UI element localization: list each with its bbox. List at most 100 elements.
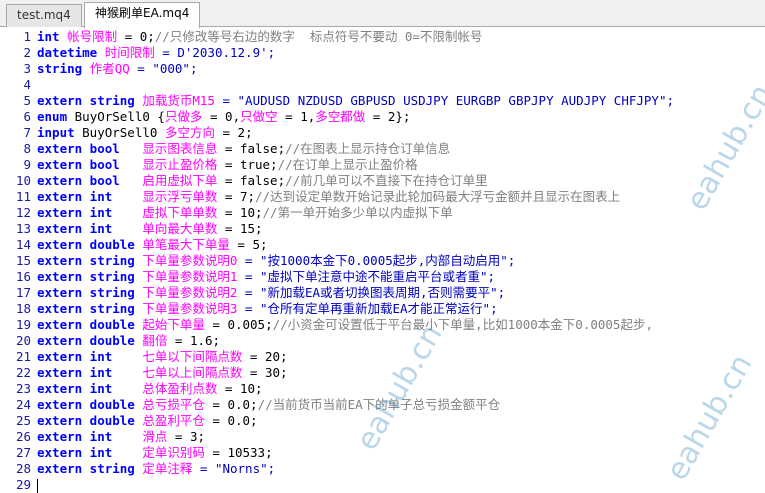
line-number: 17 — [15, 285, 31, 300]
code-text: extern string 定单注释 = "Norns"; — [37, 461, 275, 477]
line-number: 4 — [23, 77, 31, 92]
code-token: 总盈利平仓 — [142, 413, 205, 428]
code-line[interactable]: 26 extern int 滑点 = 3; — [0, 429, 765, 445]
code-text: extern int 七单以下间隔点数 = 20; — [37, 349, 288, 365]
code-token: extern int — [37, 429, 143, 444]
code-token: = 0.0; — [204, 397, 258, 412]
code-line[interactable]: 4 — [0, 77, 765, 93]
code-token: 时间限制 — [104, 45, 155, 60]
code-line[interactable]: 25 extern double 总盈利平仓 = 0.0; — [0, 413, 765, 429]
code-token: = 5; — [229, 237, 268, 252]
code-token: = D'2030.12.9'; — [154, 45, 276, 60]
code-text: enum BuyOrSell0 {只做多 = 0,只做空 = 1,多空都做 = … — [37, 109, 410, 125]
code-line[interactable]: 1 int 帐号限制 = 0;//只修改等号右边的数字 标点符号不要动 0=不限制… — [0, 29, 765, 45]
code-token: int — [37, 29, 68, 44]
code-token: = 10533; — [204, 445, 273, 460]
code-line[interactable]: 5 extern string 加载货币M15 = "AUDUSD NZDUSD … — [0, 93, 765, 109]
line-number: 12 — [15, 205, 31, 220]
line-number: 13 — [15, 221, 31, 236]
code-token: = "新加载EA或者切换图表周期,否则需要平"; — [237, 285, 506, 300]
code-token: input — [37, 125, 83, 140]
line-number: 23 — [15, 381, 31, 396]
code-line[interactable]: 3 string 作者QQ = "000"; — [0, 61, 765, 77]
code-line[interactable]: 19 extern double 起始下单量 = 0.005;//小资金可设置低于… — [0, 317, 765, 333]
tab-shenhou-ea-mq4[interactable]: 神猴刷单EA.mq4 — [84, 2, 201, 28]
code-text: extern bool 显示图表信息 = false;//在图表上显示持仓订单信… — [37, 141, 450, 157]
code-line[interactable]: 9 extern bool 显示止盈价格 = true;//在订单上显示止盈价格 — [0, 157, 765, 173]
code-token: 起始下单量 — [142, 317, 205, 332]
code-token: 帐号限制 — [67, 29, 118, 44]
code-token: extern bool — [37, 157, 143, 172]
code-line[interactable]: 13 extern int 单向最大单数 = 15; — [0, 221, 765, 237]
code-token: 多空都做 — [315, 109, 366, 124]
code-token: = 0.005; — [204, 317, 273, 332]
code-token: extern double — [37, 237, 143, 252]
code-token: extern bool — [37, 173, 143, 188]
code-token: //达到设定单数开始记录此轮加码最大浮亏金额并且显示在图表上 — [255, 189, 621, 204]
code-line[interactable]: 8 extern bool 显示图表信息 = false;//在图表上显示持仓订单… — [0, 141, 765, 157]
code-line[interactable]: 24 extern double 总亏损平仓 = 0.0;//当前货币当前EA下的… — [0, 397, 765, 413]
code-token: 定单识别码 — [142, 445, 205, 460]
line-number: 26 — [15, 429, 31, 444]
code-token: 七单以下间隔点数 — [142, 349, 243, 364]
code-text: extern double 起始下单量 = 0.005;//小资金可设置低于平台… — [37, 317, 653, 333]
code-token: extern double — [37, 413, 143, 428]
code-editor[interactable]: 1 int 帐号限制 = 0;//只修改等号右边的数字 标点符号不要动 0=不限制… — [0, 27, 765, 493]
line-number: 28 — [15, 461, 31, 476]
code-line[interactable]: 27 extern int 定单识别码 = 10533; — [0, 445, 765, 461]
code-text: extern double 翻倍 = 1.6; — [37, 333, 220, 349]
line-number: 5 — [23, 93, 31, 108]
code-line[interactable]: 28 extern string 定单注释 = "Norns"; — [0, 461, 765, 477]
code-line[interactable]: 11 extern int 显示浮亏单数 = 7;//达到设定单数开始记录此轮加码… — [0, 189, 765, 205]
code-token: 只做多 — [164, 109, 203, 124]
code-token: //前几单可以不直接下在持仓订单里 — [285, 173, 488, 188]
code-token: = 3; — [167, 429, 206, 444]
code-line[interactable]: 7 input BuyOrSell0 多空方向 = 2; — [0, 125, 765, 141]
text-cursor — [37, 478, 38, 493]
code-token: = 7; — [217, 189, 256, 204]
code-token: = "Norns"; — [192, 461, 276, 476]
code-token: = 0; — [117, 29, 155, 44]
code-line[interactable]: 15 extern string 下单量参数说明0 = "按1000本金下0.00… — [0, 253, 765, 269]
code-token: 显示浮亏单数 — [142, 189, 218, 204]
code-token: //第一单开始多少单以内虚拟下单 — [262, 205, 453, 220]
code-token: datetime — [37, 45, 105, 60]
code-token: 下单量参数说明0 — [142, 253, 238, 268]
code-token: = false; — [217, 141, 286, 156]
code-token: 总体盈利点数 — [142, 381, 218, 396]
line-number: 10 — [15, 173, 31, 188]
code-token: = true; — [217, 157, 278, 172]
code-token: BuyOrSell0 { — [74, 109, 165, 124]
code-text: string 作者QQ = "000"; — [37, 61, 197, 77]
code-line[interactable]: 6 enum BuyOrSell0 {只做多 = 0,只做空 = 1,多空都做 =… — [0, 109, 765, 125]
line-number: 14 — [15, 237, 31, 252]
code-text: extern string 下单量参数说明0 = "按1000本金下0.0005… — [37, 253, 515, 269]
line-number: 7 — [23, 125, 31, 140]
code-line[interactable]: 20 extern double 翻倍 = 1.6; — [0, 333, 765, 349]
code-token: = 1, — [277, 109, 316, 124]
code-token: extern double — [37, 397, 143, 412]
code-line[interactable]: 21 extern int 七单以下间隔点数 = 20; — [0, 349, 765, 365]
code-token: //当前货币当前EA下的单子总亏损金额平仓 — [257, 397, 501, 412]
line-number: 18 — [15, 301, 31, 316]
code-token: = "按1000本金下0.0005起步,内部自动启用"; — [237, 253, 516, 268]
code-token: 只做空 — [240, 109, 278, 124]
code-line[interactable]: 10 extern bool 启用虚拟下单 = false;//前几单可以不直接下… — [0, 173, 765, 189]
code-line[interactable]: 23 extern int 总体盈利点数 = 10; — [0, 381, 765, 397]
code-line[interactable]: 18 extern string 下单量参数说明3 = "仓所有定单再重新加载EA… — [0, 301, 765, 317]
code-line[interactable]: 14 extern double 单笔最大下单量 = 5; — [0, 237, 765, 253]
code-token: enum — [37, 109, 75, 124]
code-token: 下单量参数说明2 — [142, 285, 238, 300]
code-text: extern int 单向最大单数 = 15; — [37, 221, 263, 237]
code-token: extern string — [37, 253, 143, 268]
code-line[interactable]: 22 extern int 七单以上间隔点数 = 30; — [0, 365, 765, 381]
code-text: datetime 时间限制 = D'2030.12.9'; — [37, 45, 275, 61]
tab-test-mq4[interactable]: test.mq4 — [6, 4, 82, 27]
code-line[interactable]: 16 extern string 下单量参数说明1 = "虚拟下单注意中途不能重启… — [0, 269, 765, 285]
code-text: extern double 总亏损平仓 = 0.0;//当前货币当前EA下的单子… — [37, 397, 500, 413]
code-token: extern int — [37, 221, 143, 236]
code-line[interactable]: 2 datetime 时间限制 = D'2030.12.9'; — [0, 45, 765, 61]
code-text: extern int 总体盈利点数 = 10; — [37, 381, 263, 397]
code-line[interactable]: 17 extern string 下单量参数说明2 = "新加载EA或者切换图表周… — [0, 285, 765, 301]
code-line[interactable]: 12 extern int 虚拟下单单数 = 10;//第一单开始多少单以内虚拟下… — [0, 205, 765, 221]
